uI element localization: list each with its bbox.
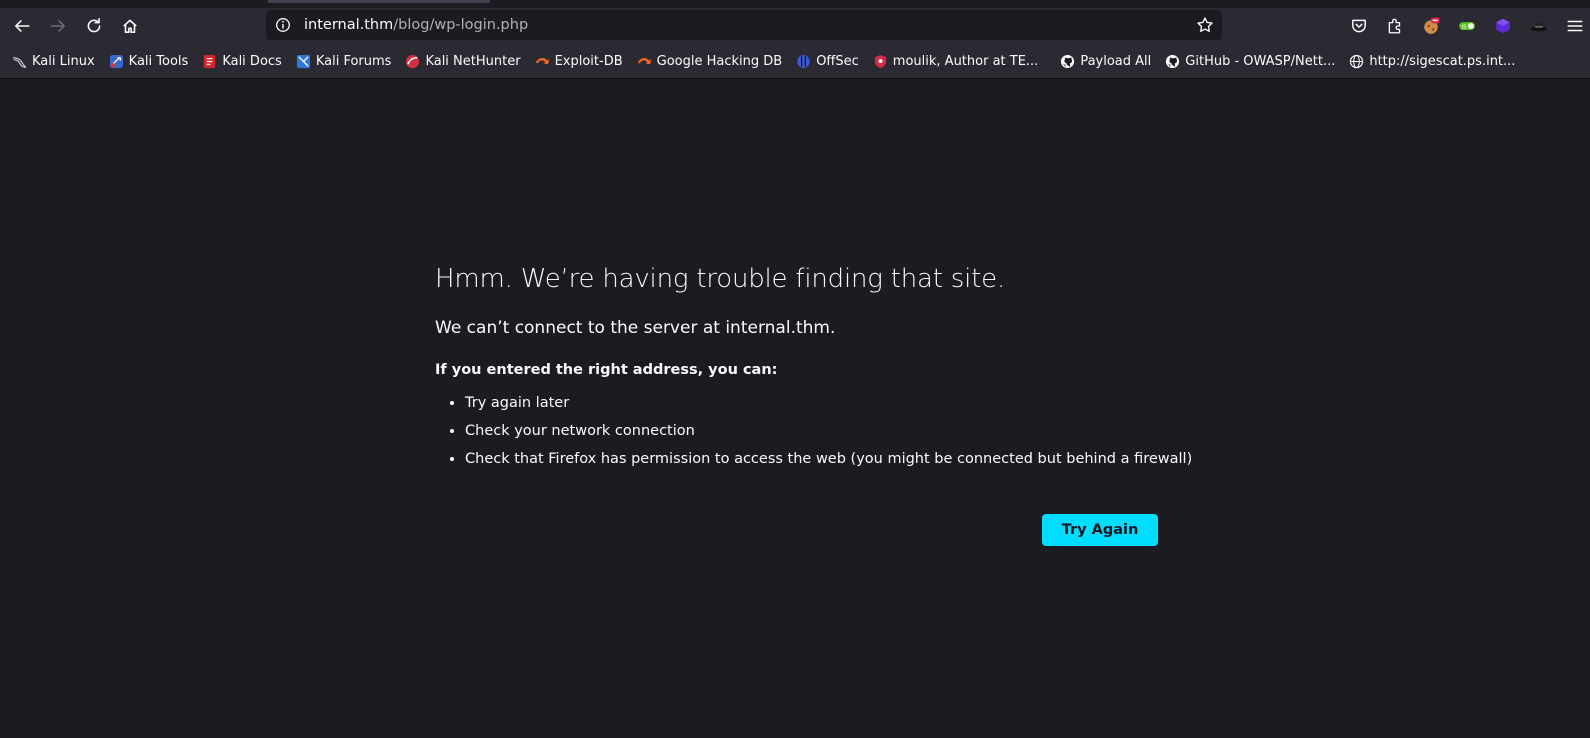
site-info-icon[interactable] <box>274 16 292 34</box>
ghdb-icon <box>637 57 651 64</box>
puzzle-icon <box>1388 18 1401 34</box>
bookmark-label: http://sigescat.ps.int... <box>1369 53 1516 69</box>
bookmark-google-hacking-db[interactable]: Google Hacking DB <box>635 49 785 73</box>
bookmark-github-owasp[interactable]: GitHub - OWASP/Nett... <box>1163 49 1337 73</box>
kali-dragon-icon <box>12 56 27 68</box>
exploit-db-icon <box>535 57 549 64</box>
suggestion-item: Try again later <box>465 395 1195 411</box>
bookmark-payload-all[interactable]: Payload All <box>1058 49 1153 73</box>
nethunter-icon <box>406 54 420 68</box>
bookmark-label: Kali NetHunter <box>425 53 521 69</box>
bookmark-moulik[interactable]: moulik, Author at TE... <box>871 49 1041 73</box>
bookmark-kali-tools[interactable]: Kali Tools <box>107 49 191 73</box>
error-container: Hmm. We’re having trouble finding that s… <box>435 264 1195 479</box>
bookmark-label: moulik, Author at TE... <box>892 53 1039 69</box>
bookmark-label: Google Hacking DB <box>656 53 783 69</box>
url-text[interactable]: internal.thm/blog/wp-login.php <box>304 17 528 33</box>
extension-cube-button[interactable] <box>1489 12 1517 40</box>
bookmarks-toolbar: Kali Linux Kali Tools Kali Docs Kali For… <box>0 44 1590 79</box>
extension-cookie-button[interactable] <box>1417 12 1445 40</box>
github-icon <box>1166 54 1180 68</box>
bookmark-label: Kali Tools <box>128 53 189 69</box>
bookmark-label: Kali Linux <box>32 53 95 69</box>
home-icon <box>123 19 137 33</box>
bookmark-label: GitHub - OWASP/Nett... <box>1185 53 1336 69</box>
kali-tools-icon <box>109 54 123 68</box>
bookmark-label: Payload All <box>1080 53 1152 69</box>
suggestion-item: Check that Firefox has permission to acc… <box>465 451 1195 467</box>
bookmark-sigescat[interactable]: http://sigescat.ps.int... <box>1347 49 1517 73</box>
error-subheading: If you entered the right address, you ca… <box>435 362 778 378</box>
site-icon <box>874 54 886 68</box>
hamburger-menu-icon <box>1567 20 1583 32</box>
kali-docs-icon <box>204 54 216 68</box>
bookmark-label: Exploit-DB <box>554 53 623 69</box>
cube-extension-icon <box>1496 18 1510 34</box>
app-menu-button[interactable] <box>1561 12 1589 40</box>
kali-forums-icon <box>296 54 310 68</box>
hat-extension-icon <box>1531 22 1547 32</box>
bookmark-kali-nethunter[interactable]: Kali NetHunter <box>403 49 522 73</box>
js-toggle-extension-icon: JS <box>1459 22 1475 30</box>
suggestion-item: Check your network connection <box>465 423 1195 439</box>
bookmark-star-icon[interactable] <box>1196 16 1214 34</box>
reload-icon <box>87 17 101 33</box>
suggestion-list: Try again later Check your network conne… <box>435 395 1195 467</box>
bookmark-label: Kali Forums <box>315 53 392 69</box>
bookmark-exploit-db[interactable]: Exploit-DB <box>533 49 625 73</box>
reload-button[interactable] <box>80 12 108 40</box>
bookmark-label: Kali Docs <box>222 53 282 69</box>
back-button[interactable] <box>8 12 36 40</box>
bookmark-kali-forums[interactable]: Kali Forums <box>294 49 394 73</box>
active-tab-indicator[interactable] <box>268 0 490 3</box>
svg-text:JS: JS <box>1460 24 1467 30</box>
extensions-button[interactable] <box>1381 12 1409 40</box>
url-bar[interactable]: internal.thm/blog/wp-login.php <box>266 10 1222 40</box>
github-icon <box>1061 54 1075 68</box>
forward-arrow-icon <box>50 20 65 32</box>
try-again-button[interactable]: Try Again <box>1042 514 1158 546</box>
extension-hat-button[interactable] <box>1525 12 1553 40</box>
url-path: /blog/wp-login.php <box>393 17 529 33</box>
back-arrow-icon <box>15 20 30 32</box>
navigation-toolbar: internal.thm/blog/wp-login.php JS <box>0 8 1590 44</box>
forward-button[interactable] <box>44 12 72 40</box>
pocket-icon <box>1352 19 1366 33</box>
error-title: Hmm. We’re having trouble finding that s… <box>435 264 1006 294</box>
home-button[interactable] <box>116 12 144 40</box>
error-description: We can’t connect to the server at intern… <box>435 318 836 338</box>
cookie-extension-icon <box>1424 17 1440 34</box>
bookmark-label: OffSec <box>816 53 859 69</box>
offsec-icon <box>797 54 810 68</box>
bookmark-offsec[interactable]: OffSec <box>794 49 861 73</box>
bookmark-kali-linux[interactable]: Kali Linux <box>10 49 97 73</box>
pocket-button[interactable] <box>1345 12 1373 40</box>
extension-js-button[interactable]: JS <box>1453 12 1481 40</box>
tab-strip <box>0 0 1590 8</box>
bookmark-kali-docs[interactable]: Kali Docs <box>200 49 284 73</box>
globe-icon <box>1350 54 1364 68</box>
error-page: Hmm. We’re having trouble finding that s… <box>0 79 1590 738</box>
url-host: internal.thm <box>304 17 394 33</box>
